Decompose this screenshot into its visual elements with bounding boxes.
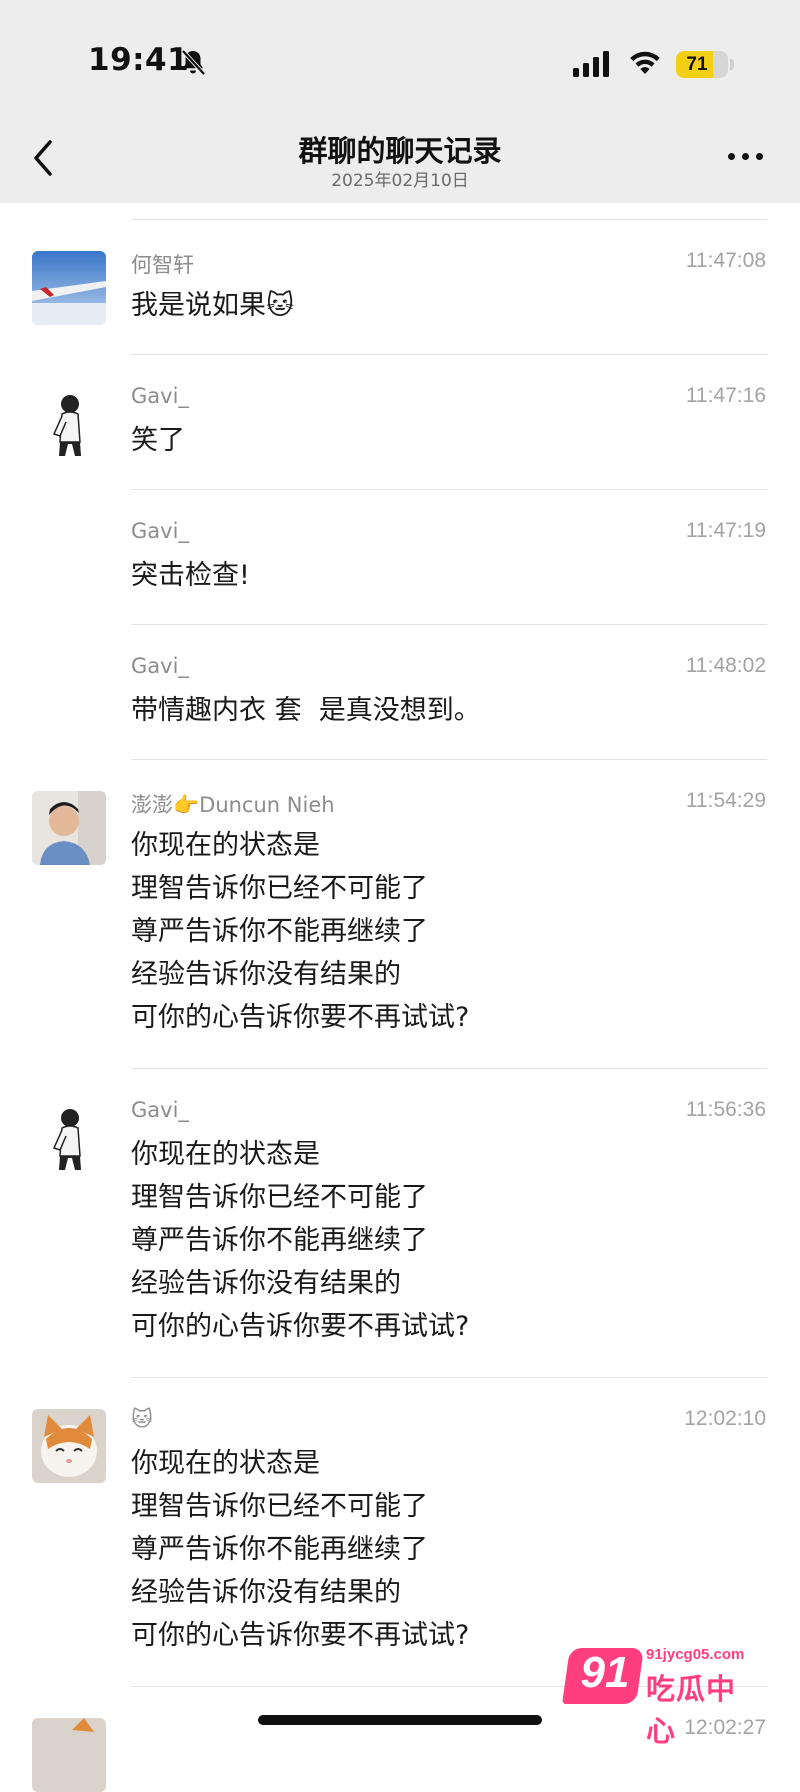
battery-indicator: 71 [676,51,728,78]
message-time: 11:48:02 [685,654,766,677]
divider [131,219,767,220]
cellular-signal-icon [573,51,609,77]
message-time: 11:56:36 [685,1098,766,1121]
avatar[interactable] [32,386,106,460]
sender-name: Gavi_ [131,384,189,408]
divider [131,354,767,355]
message-time: 12:02:10 [684,1407,766,1430]
divider [131,1377,767,1378]
page-subtitle: 2025年02月10日 [331,171,469,191]
avatar[interactable] [32,1409,106,1483]
message-text: 你现在的状态是 理智告诉你已经不可能了 尊严告诉你不能再继续了 经验告诉你没有结… [131,1139,470,1342]
message-text: 你现在的状态是 理智告诉你已经不可能了 尊严告诉你不能再继续了 经验告诉你没有结… [131,1448,470,1651]
sender-name: 澎澎👉Duncun Nieh [131,793,335,817]
divider [131,624,767,625]
message-text: 我是说如果🐱 [131,290,295,321]
bell-slash-icon [181,49,206,76]
watermark-logo: 91 91jycg05.com 吃瓜中心 [562,1644,756,1748]
avatar[interactable] [32,1718,106,1792]
sender-name: Gavi_ [131,654,189,678]
battery-level: 71 [686,54,708,75]
message-text: 带情趣内衣 套 是真没想到。 [131,695,481,726]
divider [131,489,767,490]
message-time: 11:47:16 [685,384,766,407]
message-text: 突击检查! [131,560,250,591]
sender-name: Gavi_ [131,1098,189,1122]
watermark-name: 吃瓜中心 [646,1672,737,1748]
message-time: 11:54:29 [685,789,766,812]
avatar[interactable] [32,791,106,865]
message-text: 你现在的状态是 理智告诉你已经不可能了 尊严告诉你不能再继续了 经验告诉你没有结… [131,830,470,1033]
watermark-number: 91 [580,1648,630,1697]
home-indicator[interactable] [258,1715,542,1725]
wifi-icon [630,51,660,74]
message-time: 11:47:19 [685,519,766,542]
watermark-url: 91jycg05.com [646,1646,745,1663]
sender-name: 🐱 [131,1407,153,1431]
status-time: 19:41 [88,42,190,78]
message-text: 笑了 [131,425,185,456]
sender-name: Gavi_ [131,519,189,543]
battery-tip [730,59,734,70]
message-time: 11:47:08 [685,249,766,272]
avatar[interactable] [32,251,106,325]
avatar[interactable] [32,1100,106,1174]
top-bar: 19:41 71 群聊的聊天记录 2025年02月10日 [0,0,800,203]
sender-name: 何智轩 [131,253,194,277]
divider [131,759,767,760]
divider [131,1068,767,1069]
more-options-icon[interactable] [724,146,766,166]
page-title: 群聊的聊天记录 [298,134,502,168]
